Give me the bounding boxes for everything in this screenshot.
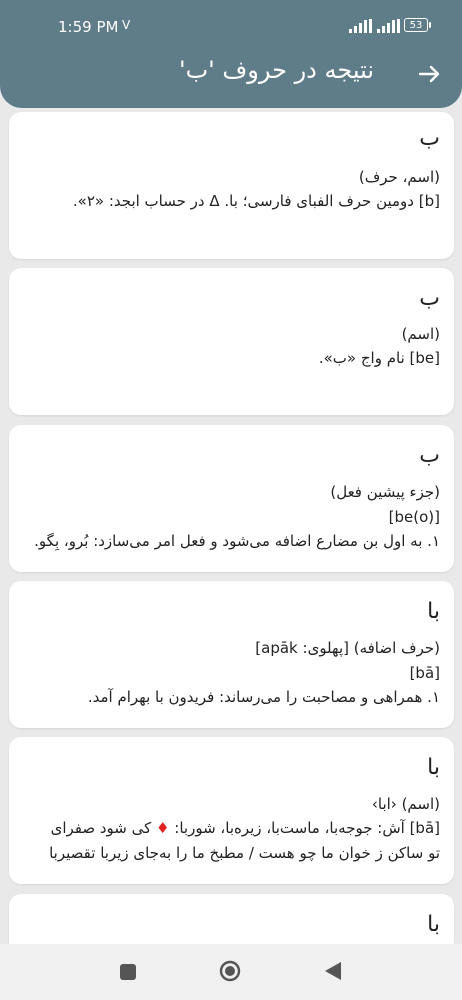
entry-head: با: [427, 755, 440, 780]
list-item[interactable]: ب (جزء پیشین فعل) [be(o)] ۱. به اول بن م…: [9, 425, 454, 572]
entry-line-text: کی شود صفرای: [50, 819, 152, 837]
entry-head: ب: [419, 126, 440, 151]
entry-line: [bā]: [409, 664, 440, 682]
entry-line: (حرف اضافه) [پهلوی: apāk]: [255, 639, 440, 657]
app-bar: 1:59 PM V 53 نتیجه در حروف 'ب': [0, 0, 462, 108]
entry-line: [be(o)]: [388, 508, 440, 526]
entry-line: [bā] آش: جوجه‌با، ماست‌با، زیره‌با، شورب…: [51, 819, 440, 837]
entry-line: (اسم، حرف): [358, 168, 440, 186]
triangle-back-icon[interactable]: [324, 961, 342, 981]
entry-head: با: [427, 599, 440, 624]
page-title: نتیجه در حروف 'ب': [178, 56, 374, 84]
entry-line: (اسم): [401, 325, 440, 343]
list-item[interactable]: با (اسم) ‹ابا› [bā] آش: جوجه‌با، ماست‌با…: [9, 737, 454, 884]
signal-icon-2: [377, 19, 400, 33]
entry-line-text: [bā] آش: جوجه‌با، ماست‌با، زیره‌با، شورب…: [174, 819, 440, 837]
entry-line: (اسم) ‹ابا›: [371, 795, 440, 813]
entry-head: ب: [419, 443, 440, 468]
square-icon[interactable]: [120, 964, 136, 980]
entry-line: ۱. به اول بن مضارع اضافه می‌شود و فعل ام…: [34, 532, 440, 550]
entry-line: (جزء پیشین فعل): [330, 483, 440, 501]
circle-icon[interactable]: [219, 960, 241, 982]
list-item[interactable]: ب (اسم) [be] نام واج «ب».: [9, 268, 454, 415]
entry-line: [b] دومین حرف الفبای فارسی؛ با. Δ در حسا…: [72, 192, 440, 210]
entry-line: [be] نام واج «ب».: [318, 349, 440, 367]
entry-head: با: [427, 912, 440, 937]
entry-line: ۱. همراهی و مصاحبت را می‌رساند: فریدون ب…: [87, 688, 440, 706]
entry-head: ب: [419, 286, 440, 311]
status-indicator: V: [122, 18, 131, 32]
status-time: 1:59 PM: [58, 18, 119, 36]
status-bar: 1:59 PM V 53: [0, 0, 462, 52]
list-item[interactable]: با (حرف اضافه) [پهلوی: apāk] [bā] ۱. همر…: [9, 581, 454, 728]
battery-icon: 53: [404, 18, 431, 32]
signal-icon: [349, 19, 372, 33]
list-item[interactable]: ب (اسم، حرف) [b] دومین حرف الفبای فارسی؛…: [9, 112, 454, 259]
arrow-back-icon[interactable]: [416, 60, 444, 88]
entry-line: تو ساکن ز خوان ما چو هست / مطبخ ما را به…: [49, 844, 440, 862]
diamond-icon: ♦: [156, 819, 170, 837]
